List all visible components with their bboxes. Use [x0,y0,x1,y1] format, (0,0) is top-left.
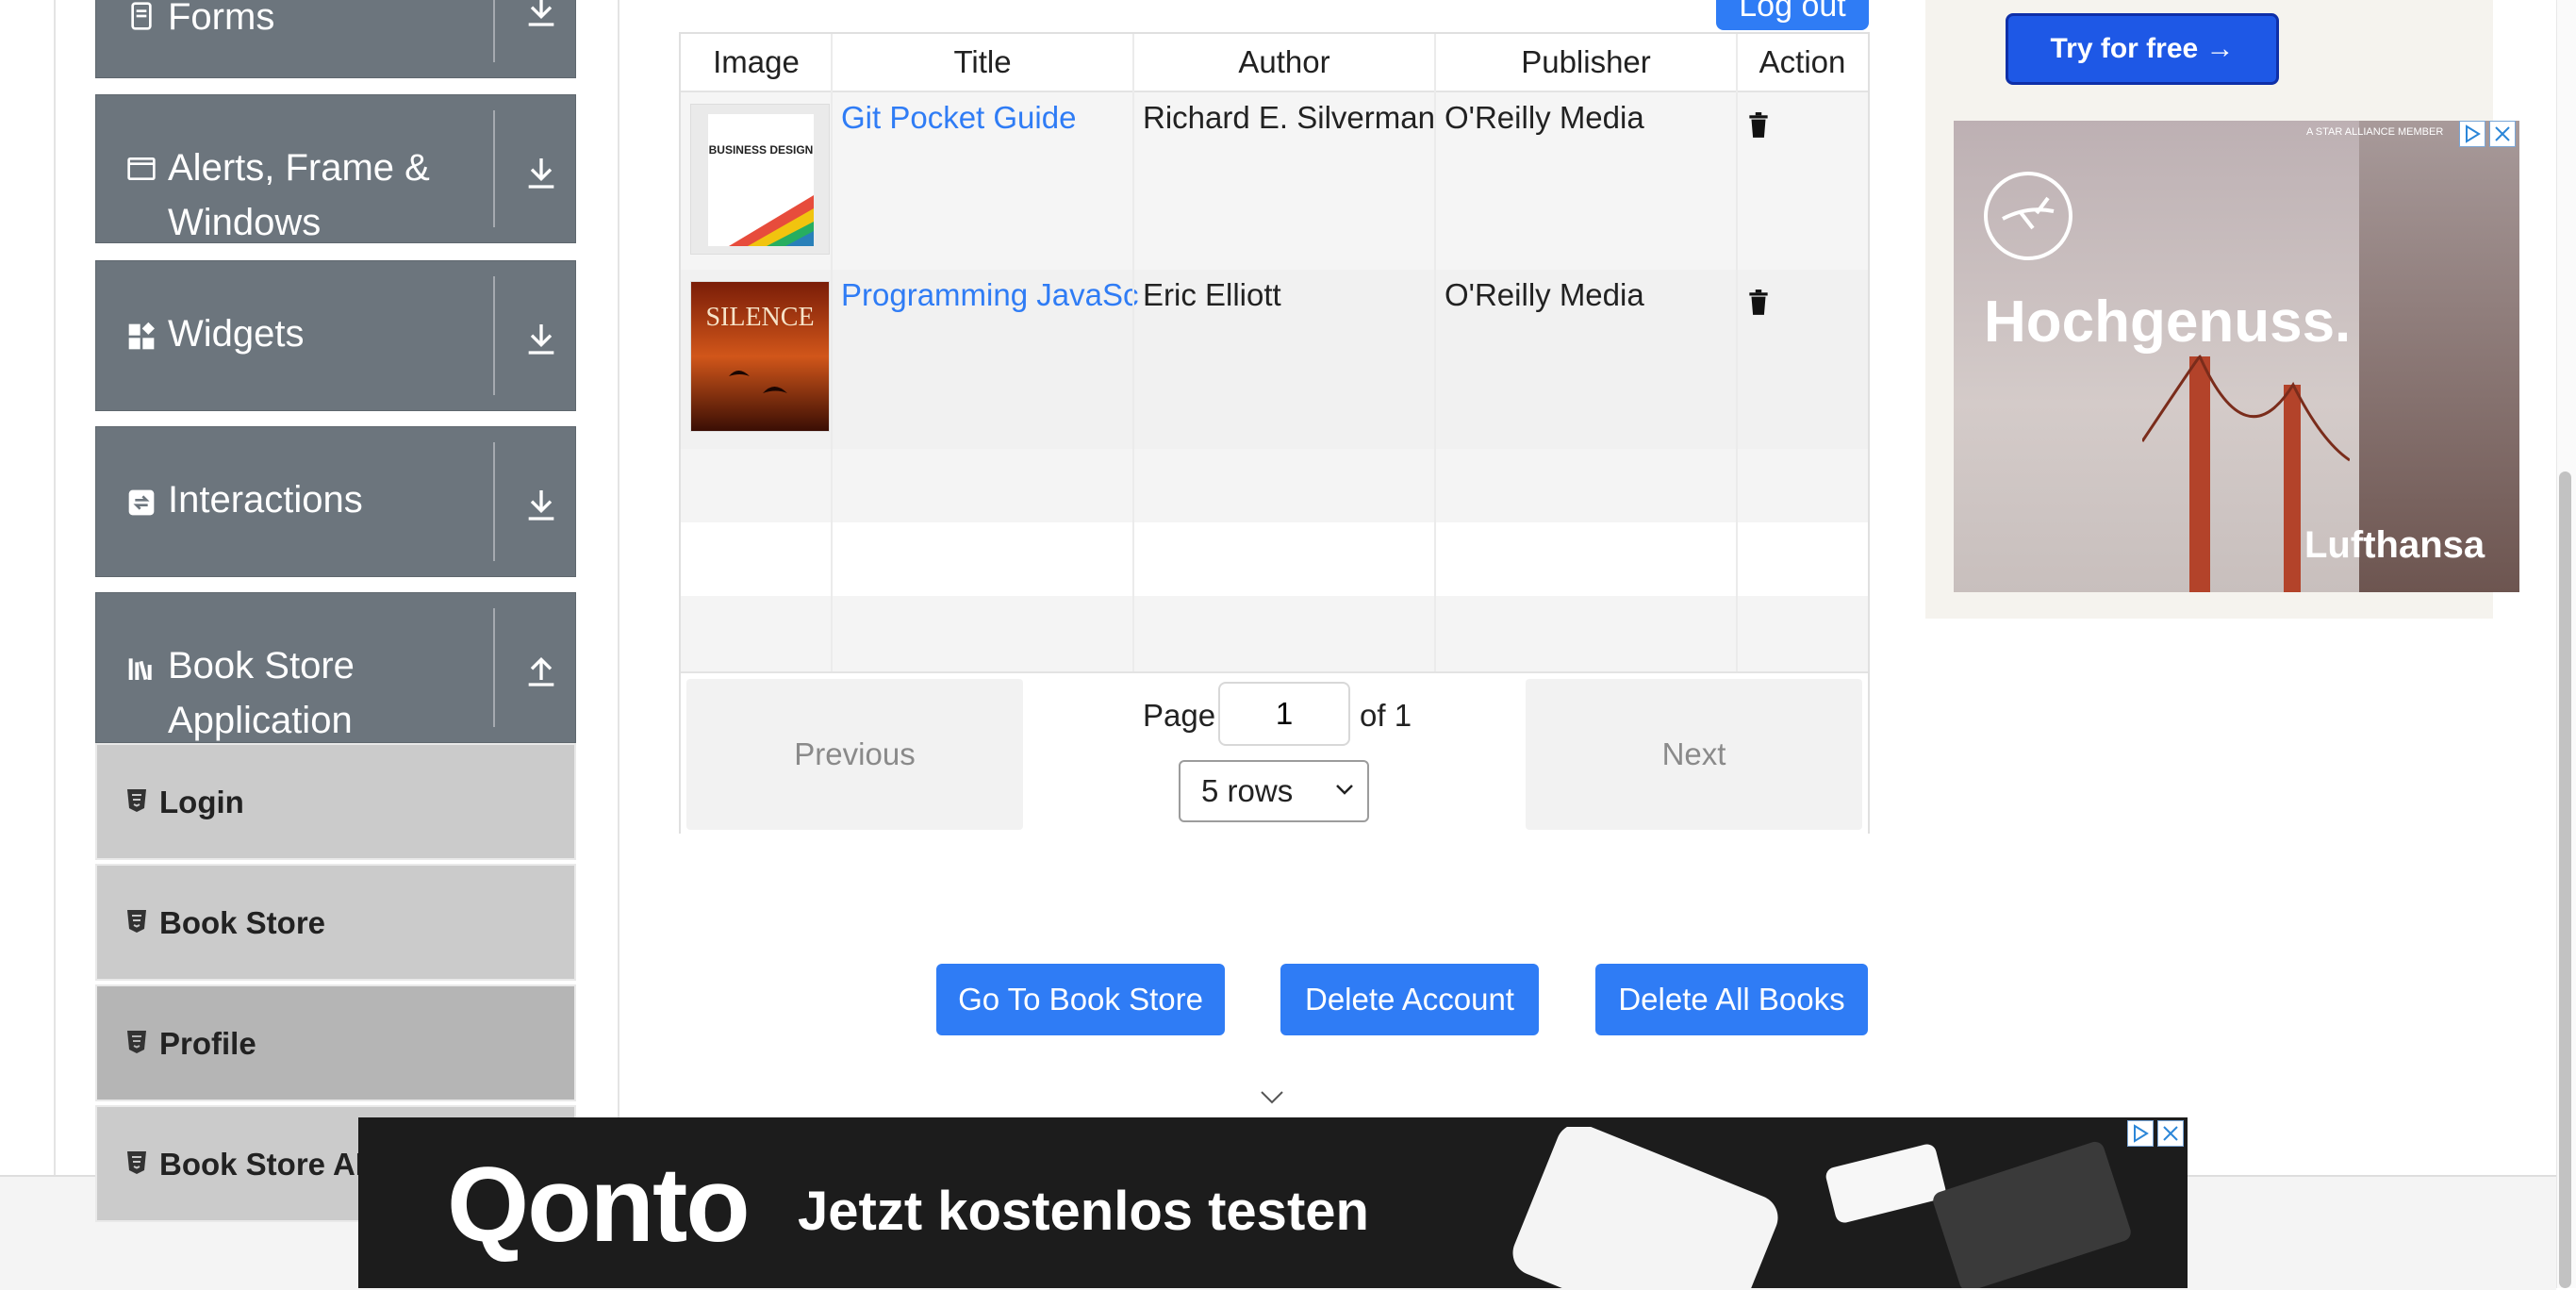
divider [493,442,495,561]
sidebar-right-border [618,0,619,1176]
page-left-border [54,0,56,1176]
previous-button[interactable]: Previous [686,679,1023,830]
sidebar-group-widgets[interactable]: Widgets [95,260,576,411]
ad-tagline: A STAR ALLIANCE MEMBER [2306,126,2444,138]
html-file-icon [127,1031,146,1053]
column-divider [1132,34,1134,671]
column-divider [1434,34,1436,671]
download-arrow-icon[interactable] [522,320,560,357]
sidebar-group-alerts[interactable]: Alerts, Frame & Windows [95,94,576,243]
interactions-icon [128,489,155,516]
sidebar-group-label: Book Store Application [168,645,355,741]
table-header: Image Title Author Publisher Action [681,34,1868,92]
logout-button[interactable]: Log out [1716,0,1869,30]
sidebar-item-label: Book Store [159,905,326,940]
next-button[interactable]: Next [1526,679,1862,830]
sidebar-group-label: Alerts, Frame & Windows [168,147,430,243]
book-cover-image[interactable]: SILENCE [690,281,830,432]
divider [493,0,495,62]
close-icon[interactable] [2489,121,2516,147]
divider [493,608,495,727]
books-table: BUSINESS DESIGN Git Pocket Guide Richard… [679,32,1870,834]
sidebar-group-label: Forms [168,0,275,38]
window-icon [127,157,156,180]
sidebar-group-book-store-application[interactable]: Book Store Application [95,592,576,743]
column-header-title[interactable]: Title [832,34,1133,91]
delete-account-button[interactable]: Delete Account [1280,964,1539,1035]
html-file-icon [127,1151,146,1174]
ad-person-photo [2359,121,2519,592]
crane-logo-icon [1984,172,2072,260]
sidebar-item-book-store[interactable]: Book Store [95,864,576,981]
sidebar-group-label: Widgets [168,313,305,355]
column-header-publisher[interactable]: Publisher [1435,34,1737,91]
download-arrow-icon[interactable] [522,154,560,191]
divider [493,110,495,227]
ad-logo: Qonto [447,1146,751,1264]
adchoices-icon[interactable] [2127,1120,2154,1147]
column-header-image[interactable]: Image [681,34,832,91]
book-publisher: O'Reilly Media [1445,277,1644,312]
go-to-book-store-button[interactable]: Go To Book Store [936,964,1225,1035]
trash-icon[interactable] [1746,289,1771,317]
page-number-input[interactable] [1218,682,1350,746]
page-label: Page [1143,698,1216,733]
html-file-icon [127,910,146,933]
divider [493,276,495,395]
page-total: of 1 [1360,698,1412,733]
html-file-icon [127,789,146,812]
sidebar-item-profile[interactable]: Profile [95,984,576,1101]
phone-and-card-illustration [1512,1127,2131,1288]
ad-brand: Lufthansa [2304,524,2485,566]
adchoices-icon[interactable] [2459,121,2485,147]
sidebar-item-label: Book Store API [159,1147,385,1182]
empty-row [681,522,1868,596]
book-author: Eric Elliott [1143,277,1281,312]
sidebar-group-label: Interactions [168,479,363,521]
pagination: Previous Page of 1 5 rows Next [681,671,1868,834]
sidebar-item-label: Login [159,785,244,819]
close-icon[interactable] [2157,1120,2184,1147]
book-title-link[interactable]: Programming JavaScript Applications [841,277,1139,313]
sidebar-group-forms[interactable]: Forms [95,0,576,78]
empty-row [681,596,1868,671]
cover-text: SILENCE [705,303,814,332]
upload-arrow-icon[interactable] [522,652,560,689]
ad-headline: Hochgenuss. [1984,289,2352,355]
book-cover-image[interactable]: BUSINESS DESIGN [690,104,830,255]
column-header-action[interactable]: Action [1737,34,1868,91]
chevron-down-icon[interactable] [1260,1090,1284,1105]
widgets-icon [128,322,155,350]
ad-bottom-banner[interactable]: Qonto Jetzt kostenlos testen [358,1117,2188,1288]
table-row: SILENCE Programming JavaScript Applicati… [681,270,1868,449]
column-divider [1736,34,1738,671]
download-arrow-icon[interactable] [522,0,560,29]
book-author: Richard E. Silverman [1143,100,1435,135]
form-icon [131,2,152,30]
empty-row [681,449,1868,522]
rows-per-page-select[interactable]: 5 rows [1179,760,1369,822]
trash-icon[interactable] [1746,111,1771,140]
table-row: BUSINESS DESIGN Git Pocket Guide Richard… [681,92,1868,270]
scrollbar-thumb[interactable] [2559,471,2571,1288]
ad-banner-image[interactable]: A STAR ALLIANCE MEMBER Hochgenuss. Lufth… [1954,121,2519,592]
chevron-down-icon [1336,785,1353,795]
book-title-link[interactable]: Git Pocket Guide [841,100,1139,136]
column-divider [831,34,833,671]
cover-text: BUSINESS DESIGN [709,143,814,157]
sidebar-group-interactions[interactable]: Interactions [95,426,576,577]
books-icon [128,658,152,681]
try-for-free-button[interactable]: Try for free → [2006,13,2279,85]
book-publisher: O'Reilly Media [1445,100,1644,135]
sidebar-item-label: Profile [159,1026,256,1061]
download-arrow-icon[interactable] [522,486,560,523]
ad-text: Jetzt kostenlos testen [798,1181,1369,1242]
rows-per-page-value: 5 rows [1201,773,1294,808]
column-header-author[interactable]: Author [1133,34,1435,91]
sidebar-item-login[interactable]: Login [95,743,576,860]
delete-all-books-button[interactable]: Delete All Books [1595,964,1868,1035]
